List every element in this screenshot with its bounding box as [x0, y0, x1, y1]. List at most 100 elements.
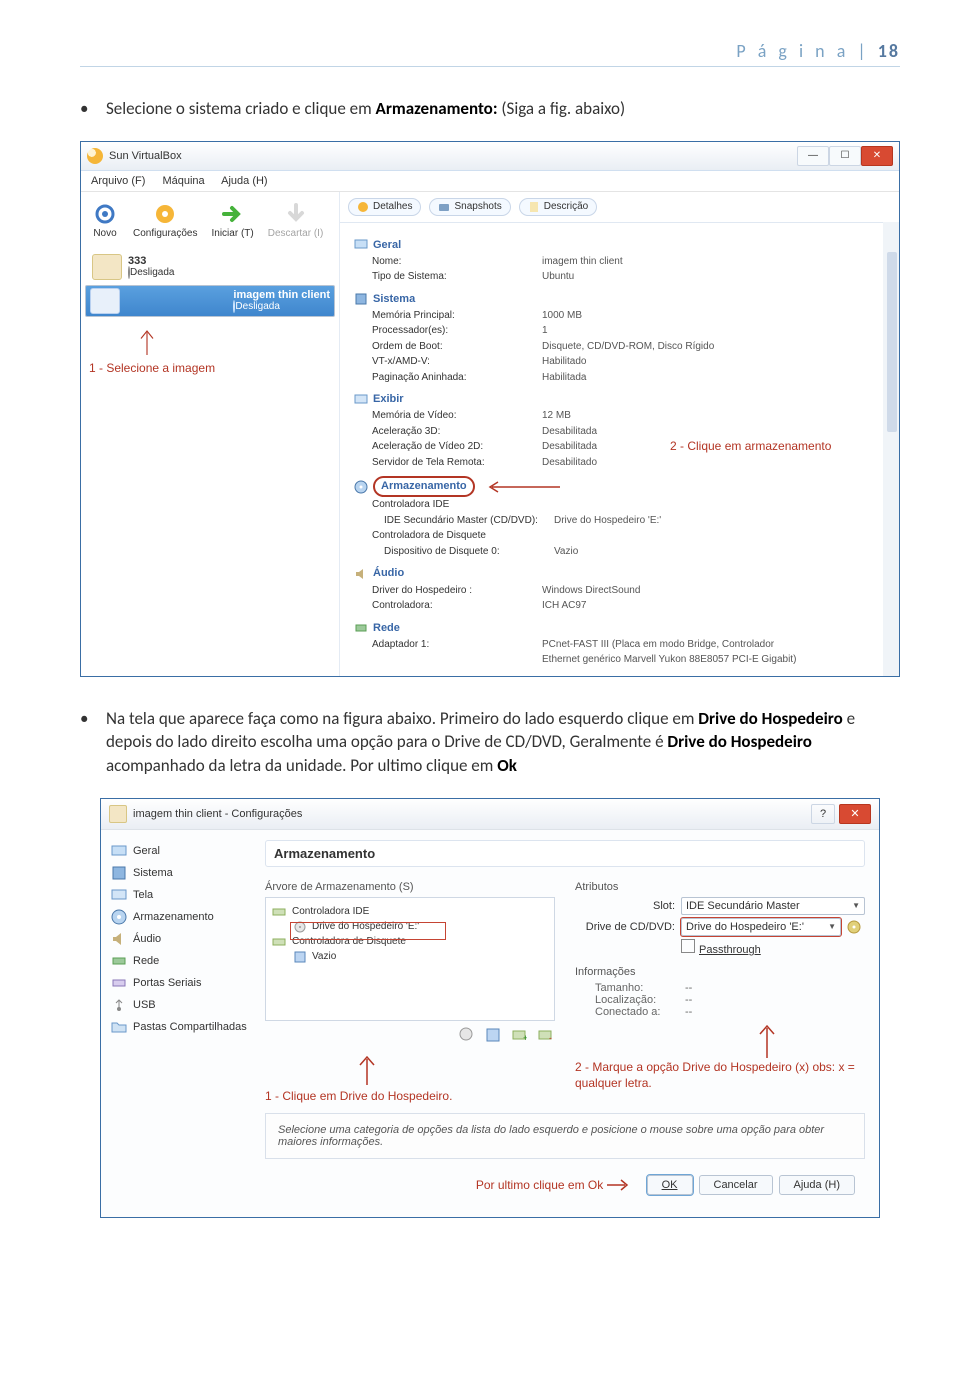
new-button[interactable]: Novo	[91, 200, 119, 239]
sidebar-item-audio[interactable]: Áudio	[111, 928, 261, 950]
bullet1-post: (Siga a fig. abaixo)	[501, 98, 625, 119]
help-button[interactable]: ?	[811, 804, 835, 824]
tree-controladora-ide[interactable]: Controladora IDE	[272, 904, 548, 920]
sun-icon	[92, 201, 118, 227]
add-disk-button[interactable]	[483, 1025, 503, 1045]
section-audio[interactable]: Áudio	[354, 565, 885, 582]
page-header: P á g i n a | 18	[80, 40, 900, 67]
svg-text:+: +	[523, 1033, 527, 1043]
value: --	[685, 982, 692, 994]
value: --	[685, 1006, 692, 1018]
passthrough-checkbox[interactable]	[681, 939, 695, 953]
menu-bar: Arquivo (F) Máquina Ajuda (H)	[81, 171, 899, 192]
add-controller-button[interactable]	[457, 1025, 477, 1045]
info-label: Informações	[575, 966, 865, 978]
storage-tree[interactable]: Controladora IDE Drive do Hospedeiro 'E:…	[265, 897, 555, 1021]
annotation-2: 2 - Clique em armazenamento	[670, 437, 831, 456]
vm-name: 333	[128, 255, 174, 267]
menu-ajuda[interactable]: Ajuda (H)	[221, 175, 267, 187]
sidebar-item-usb[interactable]: USB	[111, 994, 261, 1016]
slot-select[interactable]: IDE Secundário Master▼	[681, 897, 865, 915]
gear-icon	[357, 201, 369, 213]
sidebar-item-pastas[interactable]: Pastas Compartilhadas	[111, 1016, 261, 1038]
minimize-button[interactable]: —	[797, 146, 829, 166]
annotation-arrow-up	[135, 325, 159, 355]
annotation-arrow-left	[480, 480, 560, 494]
tree-toolbar: + -	[265, 1021, 555, 1049]
close-button[interactable]: ✕	[839, 804, 871, 824]
sidebar-item-tela[interactable]: Tela	[111, 884, 261, 906]
tab-descricao[interactable]: Descrição	[519, 198, 597, 216]
label: Processador(es):	[354, 323, 542, 339]
speaker-icon	[111, 931, 127, 947]
section-armazenamento[interactable]: Armazenamento	[354, 476, 885, 497]
tree-label: Árvore de Armazenamento (S)	[265, 881, 555, 893]
sidebar-item-armazenamento[interactable]: Armazenamento	[111, 906, 261, 928]
label: Controladora:	[354, 598, 542, 614]
settings-button[interactable]: Configurações	[133, 200, 197, 239]
value: ICH AC97	[542, 598, 586, 614]
add-button[interactable]: +	[509, 1025, 529, 1045]
annotation-red-box	[290, 922, 446, 940]
value: Habilitada	[542, 370, 586, 386]
tab-snapshots[interactable]: Snapshots	[429, 198, 510, 216]
svg-text:-: -	[549, 1033, 552, 1043]
circled-armazenamento: Armazenamento	[373, 476, 475, 497]
info-panel: Tamanho:-- Localização:-- Conectado a:--	[575, 982, 865, 1018]
label: Paginação Aninhada:	[354, 370, 542, 386]
annotation-5: Por ultimo clique em Ok	[265, 1178, 641, 1193]
discard-button[interactable]: Descartar (I)	[268, 200, 324, 239]
scrollbar-thumb[interactable]	[887, 252, 897, 432]
label: Memória de Vídeo:	[354, 408, 542, 424]
value: PCnet-FAST III (Placa em modo Bridge, Co…	[542, 637, 802, 668]
arrow-down-icon	[283, 201, 309, 227]
controller-icon	[272, 905, 286, 919]
section-rede[interactable]: Rede	[354, 620, 885, 637]
floppy-plus-icon	[485, 1027, 501, 1043]
label: Adaptador 1:	[354, 637, 542, 668]
slot-value: IDE Secundário Master	[686, 900, 800, 912]
section-exibir[interactable]: Exibir	[354, 391, 885, 408]
vm-icon	[90, 288, 120, 314]
menu-arquivo[interactable]: Arquivo (F)	[91, 175, 145, 187]
maximize-button[interactable]: ☐	[829, 146, 861, 166]
sidebar-item-geral[interactable]: Geral	[111, 840, 261, 862]
label: Tamanho:	[595, 982, 685, 994]
computer-icon	[354, 238, 368, 252]
tree-vazio[interactable]: Vazio	[272, 950, 548, 964]
label: Aceleração de Vídeo 2D:	[354, 439, 542, 455]
section-geral[interactable]: Geral	[354, 237, 885, 254]
scrollbar[interactable]	[883, 222, 899, 676]
slot-label: Slot:	[575, 900, 675, 912]
vm-item-333[interactable]: 333 Desligada	[85, 249, 335, 285]
value: --	[685, 994, 692, 1006]
display-icon	[111, 887, 127, 903]
config-sidebar: Geral Sistema Tela Armazenamento Áudio R…	[101, 830, 261, 1217]
browse-disk-button[interactable]	[845, 918, 865, 936]
value: Vazio	[554, 544, 578, 560]
menu-maquina[interactable]: Máquina	[162, 175, 204, 187]
value: imagem thin client	[542, 254, 623, 270]
floppy-icon	[294, 951, 306, 963]
section-sistema[interactable]: Sistema	[354, 291, 885, 308]
controller-icon	[272, 935, 286, 949]
value: Desabilitada	[542, 439, 597, 455]
close-button[interactable]: ✕	[861, 146, 893, 166]
page-number: 18	[878, 40, 900, 62]
help-button[interactable]: Ajuda (H)	[779, 1175, 855, 1195]
vm-name: imagem thin client	[233, 289, 330, 301]
tab-detalhes[interactable]: Detalhes	[348, 198, 421, 216]
computer-icon	[111, 843, 127, 859]
ok-button[interactable]: OK	[647, 1175, 693, 1195]
vm-item-imagem-thin-client[interactable]: imagem thin client Desligada	[85, 285, 335, 317]
start-button[interactable]: Iniciar (T)	[211, 200, 253, 239]
drive-select[interactable]: Drive do Hospedeiro 'E:'▼	[681, 918, 841, 936]
annotation-1: 1 - Selecione a imagem	[85, 361, 335, 375]
sidebar-item-rede[interactable]: Rede	[111, 950, 261, 972]
config-titlebar: imagem thin client - Configurações ? ✕	[101, 799, 879, 830]
cancel-button[interactable]: Cancelar	[699, 1175, 773, 1195]
sidebar-item-sistema[interactable]: Sistema	[111, 862, 261, 884]
remove-button[interactable]: -	[535, 1025, 555, 1045]
help-text: Selecione uma categoria de opções da lis…	[265, 1113, 865, 1159]
sidebar-item-portas-seriais[interactable]: Portas Seriais	[111, 972, 261, 994]
